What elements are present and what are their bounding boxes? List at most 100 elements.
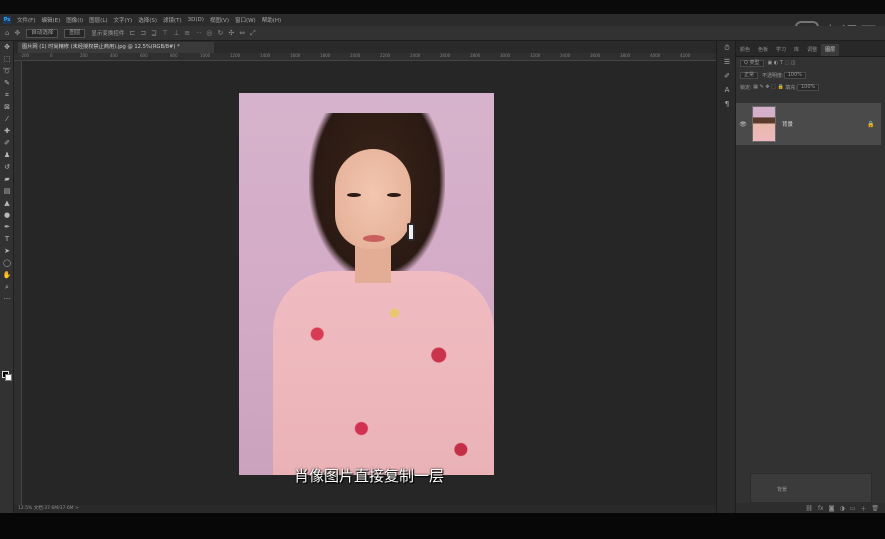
path-select-tool-icon[interactable]: ➤ [0,245,14,257]
gradient-tool-icon[interactable]: ▤ [0,185,14,197]
new-layer-icon[interactable]: ＋ [860,504,866,513]
tab-layers[interactable]: 图层 [821,44,840,56]
layer-row-background[interactable]: 👁 背景 🔒 [736,103,881,145]
brush-tool-icon[interactable]: ✐ [0,137,14,149]
type-tool-icon[interactable]: T [0,233,14,245]
marquee-tool-icon[interactable]: ⬚ [0,53,14,65]
panel-tab-bar: 颜色 色板 学习 库 调整 图层 [736,41,885,57]
photoshop-logo-icon: Ps [3,16,11,24]
tab-color[interactable]: 颜色 [736,44,754,56]
shape-tool-icon[interactable]: ◯ [0,257,14,269]
clone-stamp-tool-icon[interactable]: ♟ [0,149,14,161]
new-adjustment-icon[interactable]: ◑ [839,505,844,512]
menu-edit[interactable]: 编辑(E) [41,16,60,24]
align-right-icon[interactable]: ⊒ [151,29,157,37]
align-middle-icon[interactable]: ⊥ [173,29,179,37]
auto-select-target-dropdown[interactable]: 图层 [64,28,86,38]
new-group-icon[interactable]: ▭ [850,505,856,512]
menu-help[interactable]: 帮助(H) [262,16,281,24]
vertical-ruler[interactable] [14,61,22,505]
portrait-lips [363,235,385,242]
move-tool-icon[interactable]: ✥ [0,41,14,53]
ruler-tick-label: 1200 [230,53,241,58]
menu-filter[interactable]: 滤镜(T) [163,16,182,24]
portrait-right-eye [387,193,401,197]
3d-mode-icon[interactable]: ◎ [206,29,212,37]
zoom-tool-icon[interactable]: ⌕ [0,281,14,293]
menu-image[interactable]: 图像(I) [66,16,83,24]
filter-pixel-icon[interactable]: ▣ ◐ T ⬚ ◫ [768,60,796,66]
layer-name[interactable]: 背景 [782,120,867,128]
delete-layer-icon[interactable]: 🗑 [871,505,879,512]
layer-style-icon[interactable]: fx [818,505,824,512]
align-left-icon[interactable]: ⊏ [129,29,135,37]
align-center-icon[interactable]: ⊐ [140,29,146,37]
menu-view[interactable]: 视图(V) [210,16,229,24]
more-options-button[interactable]: ··· [196,30,201,36]
link-layers-icon[interactable]: ⛓ [805,505,813,512]
tab-learn[interactable]: 学习 [772,44,790,56]
align-top-icon[interactable]: ⊤ [162,29,168,37]
edit-toolbar-icon[interactable]: ··· [0,293,14,305]
blend-mode-dropdown[interactable]: 正常 [740,71,759,79]
background-color-swatch[interactable] [5,374,12,381]
ruler-tick-label: 2600 [440,53,451,58]
menu-select[interactable]: 选择(S) [138,16,157,24]
horizontal-ruler[interactable]: -200 0 200 400 600 800 1000 1200 1400 1600 1800 200… [14,53,716,61]
add-mask-icon[interactable]: ◙ [829,505,835,512]
ruler-tick-label: 2800 [470,53,481,58]
character-panel-icon[interactable]: A [717,83,737,97]
menu-type[interactable]: 文字(Y) [114,16,133,24]
history-brush-tool-icon[interactable]: ↺ [0,161,14,173]
document-tab[interactable]: 图片网 (1) 时尚精修 (未经授权禁止商用).jpg @ 12.5%(RGB/… [18,42,214,53]
eraser-tool-icon[interactable]: ▰ [0,173,14,185]
show-transform-controls-checkbox[interactable]: 显示变换控件 [91,29,124,37]
tab-adjustments[interactable]: 调整 [803,44,821,56]
opacity-input[interactable]: 100% [783,71,806,79]
auto-select-checkbox[interactable]: 自动选择 [26,28,59,38]
menu-window[interactable]: 窗口(W) [235,16,256,24]
portrait-earring [407,223,415,241]
layers-panel-footer: ⛓ fx ◙ ◑ ▭ ＋ 🗑 [736,503,885,513]
ruler-tick-label: 1400 [260,53,271,58]
ruler-tick-label: 3800 [620,53,631,58]
portrait-face [335,149,411,249]
visibility-eye-icon[interactable]: 👁 [736,121,750,128]
frame-tool-icon[interactable]: ⊠ [0,101,14,113]
dodge-tool-icon[interactable]: ● [0,209,14,221]
menu-3d[interactable]: 3D(D) [188,17,204,23]
menu-layer[interactable]: 图层(L) [89,16,107,24]
lock-options-icon[interactable]: ▦ ✎ ✥ ⬚ 🔒 [752,84,786,90]
healing-brush-tool-icon[interactable]: ✚ [0,125,14,137]
3d-rotate-icon[interactable]: ↻ [217,29,223,37]
3d-scale-icon[interactable]: ⤢ [250,29,256,38]
brush-settings-icon[interactable]: ✐ [717,69,737,83]
move-tool-icon[interactable]: ✥ [14,29,20,37]
tab-swatches[interactable]: 色板 [754,44,772,56]
tab-libraries[interactable]: 库 [790,44,803,56]
paragraph-panel-icon[interactable]: ¶ [717,97,737,111]
lock-icon[interactable]: 🔒 [867,121,881,128]
menu-file[interactable]: 文件(F) [17,16,35,24]
lasso-tool-icon[interactable]: ➰ [0,65,14,77]
fill-label: 填充: [785,84,797,91]
layer-kind-filter[interactable]: Q 类型 [740,59,764,67]
layers-panel: 颜色 色板 学习 库 调整 图层 Q 类型 ▣ ◐ T ⬚ ◫ 正常 不透明度:… [736,41,885,513]
distribute-icon[interactable]: ≡ [184,29,190,37]
home-icon[interactable]: ⌂ [5,29,9,37]
pen-tool-icon[interactable]: ✒ [0,221,14,233]
ruler-tick-label: -200 [20,53,30,58]
eyedropper-tool-icon[interactable]: ⁄ [0,113,14,125]
crop-tool-icon[interactable]: ⌗ [0,89,14,101]
blur-tool-icon[interactable]: ▲ [0,197,14,209]
hand-tool-icon[interactable]: ✋ [0,269,14,281]
canvas-area[interactable]: 肖像图片直接复制一层 [22,61,716,505]
3d-slide-icon[interactable]: ⇔ [239,29,245,37]
3d-pan-icon[interactable]: ✣ [228,29,234,37]
ruler-tick-label: 4000 [650,53,661,58]
fill-input[interactable]: 100% [796,83,820,91]
tools-panel: ✥ ⬚ ➰ ✎ ⌗ ⊠ ⁄ ✚ ✐ ♟ ↺ ▰ ▤ ▲ ● ✒ T ➤ ◯ ✋ … [0,41,14,513]
history-panel-icon[interactable]: ⏱ [717,41,737,55]
quick-select-tool-icon[interactable]: ✎ [0,77,14,89]
properties-panel-icon[interactable]: ☰ [717,55,737,69]
